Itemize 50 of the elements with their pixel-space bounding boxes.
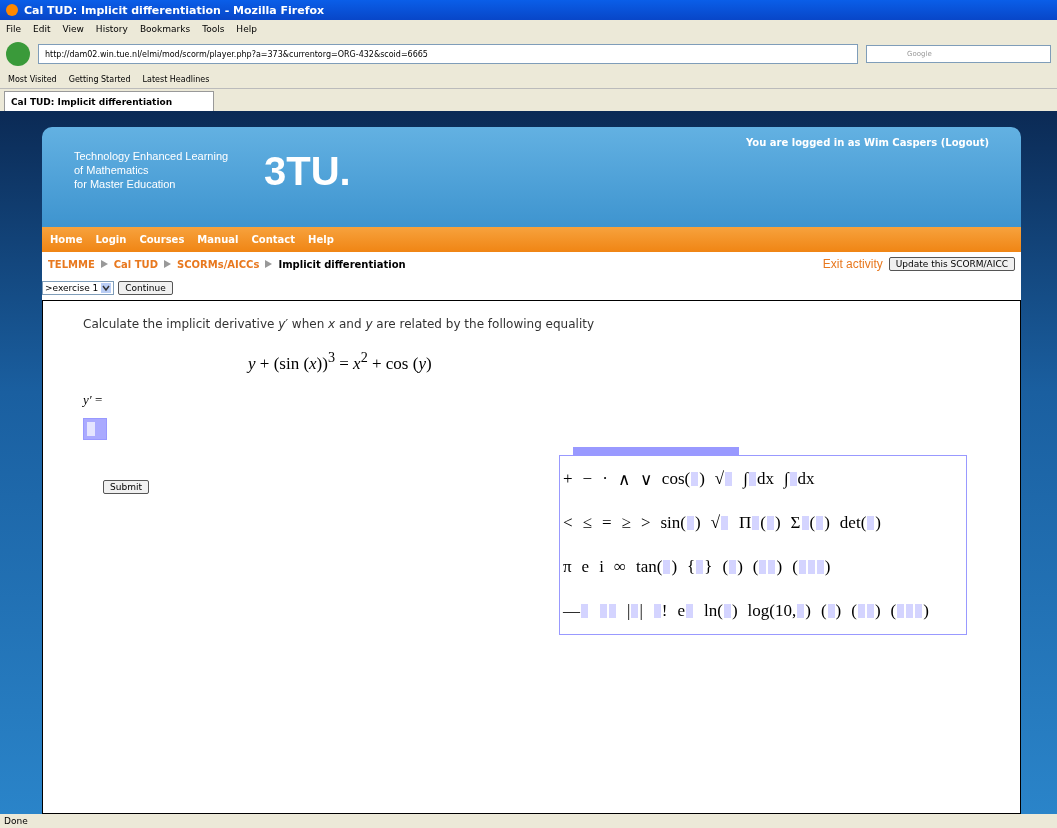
menu-item[interactable]: Bookmarks bbox=[139, 24, 191, 34]
submit-button[interactable]: Submit bbox=[103, 479, 149, 494]
back-icon[interactable] bbox=[6, 42, 30, 66]
palette-symbol[interactable]: π bbox=[563, 557, 572, 577]
tagline: of Mathematics bbox=[74, 163, 150, 177]
palette-symbol[interactable]: ∧ bbox=[617, 468, 630, 490]
palette-symbol[interactable] bbox=[599, 604, 617, 618]
menu-item[interactable]: Help bbox=[236, 24, 257, 34]
palette-symbol[interactable]: ∞ bbox=[613, 557, 626, 577]
palette-symbol[interactable]: > bbox=[640, 513, 651, 533]
menu-item[interactable]: File bbox=[6, 24, 22, 34]
palette-symbol[interactable]: < bbox=[563, 513, 573, 533]
login-info: You are logged in as Wim Caspers (Logout) bbox=[746, 137, 989, 150]
menu-item[interactable]: History bbox=[95, 24, 128, 34]
bookmark-link[interactable]: Getting Started bbox=[68, 74, 131, 84]
separator-icon bbox=[100, 260, 108, 268]
firefox-icon bbox=[6, 4, 18, 16]
window-title-text: Cal TUD: Implicit differentiation - Mozilla Firefox bbox=[24, 3, 325, 17]
breadcrumb-link[interactable]: Implicit differentiation bbox=[278, 258, 406, 270]
answer-label: y′ = bbox=[83, 391, 104, 408]
palette-symbol[interactable]: e bbox=[581, 557, 590, 577]
palette-symbol[interactable]: ∨ bbox=[639, 468, 652, 490]
menu-item[interactable]: View bbox=[62, 24, 84, 34]
palette-symbol[interactable]: · bbox=[602, 469, 608, 489]
tagline: Technology Enhanced Learning bbox=[74, 149, 230, 163]
equation: y + (sin (x))$^{3}$ = x$^{2}$ + cos (y) bbox=[248, 349, 433, 374]
separator-icon bbox=[164, 260, 171, 268]
palette-symbol[interactable]: ≤ bbox=[582, 513, 592, 533]
answer-field[interactable] bbox=[83, 417, 107, 440]
separator-icon bbox=[265, 260, 273, 268]
question-text: Calculate the implicit derivative y′ when x and y are related by the following equality bbox=[83, 317, 596, 331]
browser-tab[interactable]: Cal TUD: Implicit differentiation bbox=[4, 91, 214, 111]
bookmark-link[interactable]: Latest Headlines bbox=[142, 74, 210, 84]
bookmark-link[interactable]: Most Visited bbox=[8, 74, 57, 84]
address-field[interactable]: http://dam02.win.tue.nl/elmi/mod/scorm/player.php?a=373&currentorg=ORG-432&scoid=6665 bbox=[38, 44, 858, 64]
dropdown-icon bbox=[101, 283, 112, 293]
exercise-select[interactable]: >exercise 1 bbox=[42, 281, 115, 295]
continue-button[interactable]: Continue bbox=[118, 281, 173, 295]
menu-item[interactable]: Tools bbox=[202, 24, 225, 34]
tagline: for Master Education bbox=[74, 177, 177, 191]
palette-symbol[interactable]: − bbox=[582, 469, 593, 489]
status-bar: Done bbox=[0, 814, 1057, 828]
palette-symbol[interactable]: i bbox=[599, 557, 604, 577]
palette-symbol[interactable]: + bbox=[563, 469, 573, 489]
update-button[interactable]: Update this SCORM/AICC bbox=[888, 257, 1015, 271]
palette-symbol[interactable]: = bbox=[601, 513, 612, 533]
palette-handle[interactable] bbox=[573, 447, 739, 455]
menu-item[interactable]: Edit bbox=[33, 24, 51, 34]
palette-symbol[interactable]: ≥ bbox=[621, 513, 631, 533]
site-logo: 3TU. bbox=[264, 149, 351, 195]
